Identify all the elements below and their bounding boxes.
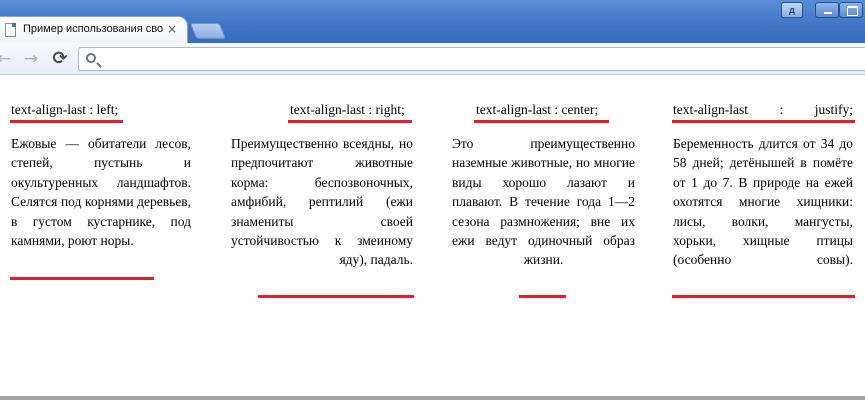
back-arrow-icon[interactable]: ← — [0, 49, 14, 69]
column-paragraph: Ежовые — обитатели лесов, степей, пустын… — [11, 136, 191, 249]
column-paragraph: Это преимущественно наземные животные, н… — [452, 136, 635, 268]
browser-toolbar: ← → ⟳ — [0, 43, 865, 75]
heading-underline — [672, 120, 855, 123]
page-icon — [5, 23, 16, 37]
browser-tab[interactable]: Пример использования сво × — [0, 16, 188, 43]
user-badge[interactable]: д — [781, 2, 803, 18]
maximize-button[interactable] — [839, 2, 863, 18]
column-heading: text-align-last : justify; — [673, 102, 853, 117]
heading-underline — [10, 120, 123, 123]
last-line-underline — [672, 295, 855, 298]
window-titlebar: Пример использования сво × д — [0, 0, 865, 43]
column-heading: text-align-last : left; — [11, 102, 119, 117]
column-heading: text-align-last : center; — [476, 102, 599, 117]
last-line-underline — [10, 277, 154, 280]
heading-underline — [288, 120, 412, 123]
minimize-button[interactable] — [815, 2, 839, 18]
window-bottom-border — [0, 396, 865, 400]
column-paragraph: Преимущественно всеядны, но предпочитают… — [231, 136, 413, 268]
heading-underline — [474, 120, 609, 123]
reload-icon[interactable]: ⟳ — [50, 49, 70, 69]
search-icon — [86, 53, 96, 63]
last-line-underline — [258, 295, 414, 298]
last-line-underline — [519, 295, 566, 298]
address-bar[interactable] — [78, 47, 865, 71]
tab-close-icon[interactable]: × — [167, 22, 179, 36]
new-tab-button[interactable] — [189, 23, 227, 39]
forward-arrow-icon[interactable]: → — [21, 49, 41, 69]
page-content: text-align-last : left; Ежовые — обитате… — [0, 76, 865, 396]
column-paragraph: Беременность длится от 34 до 58 дней; де… — [673, 136, 853, 268]
tab-title: Пример использования сво — [23, 23, 163, 35]
column-heading: text-align-last : right; — [290, 102, 405, 117]
